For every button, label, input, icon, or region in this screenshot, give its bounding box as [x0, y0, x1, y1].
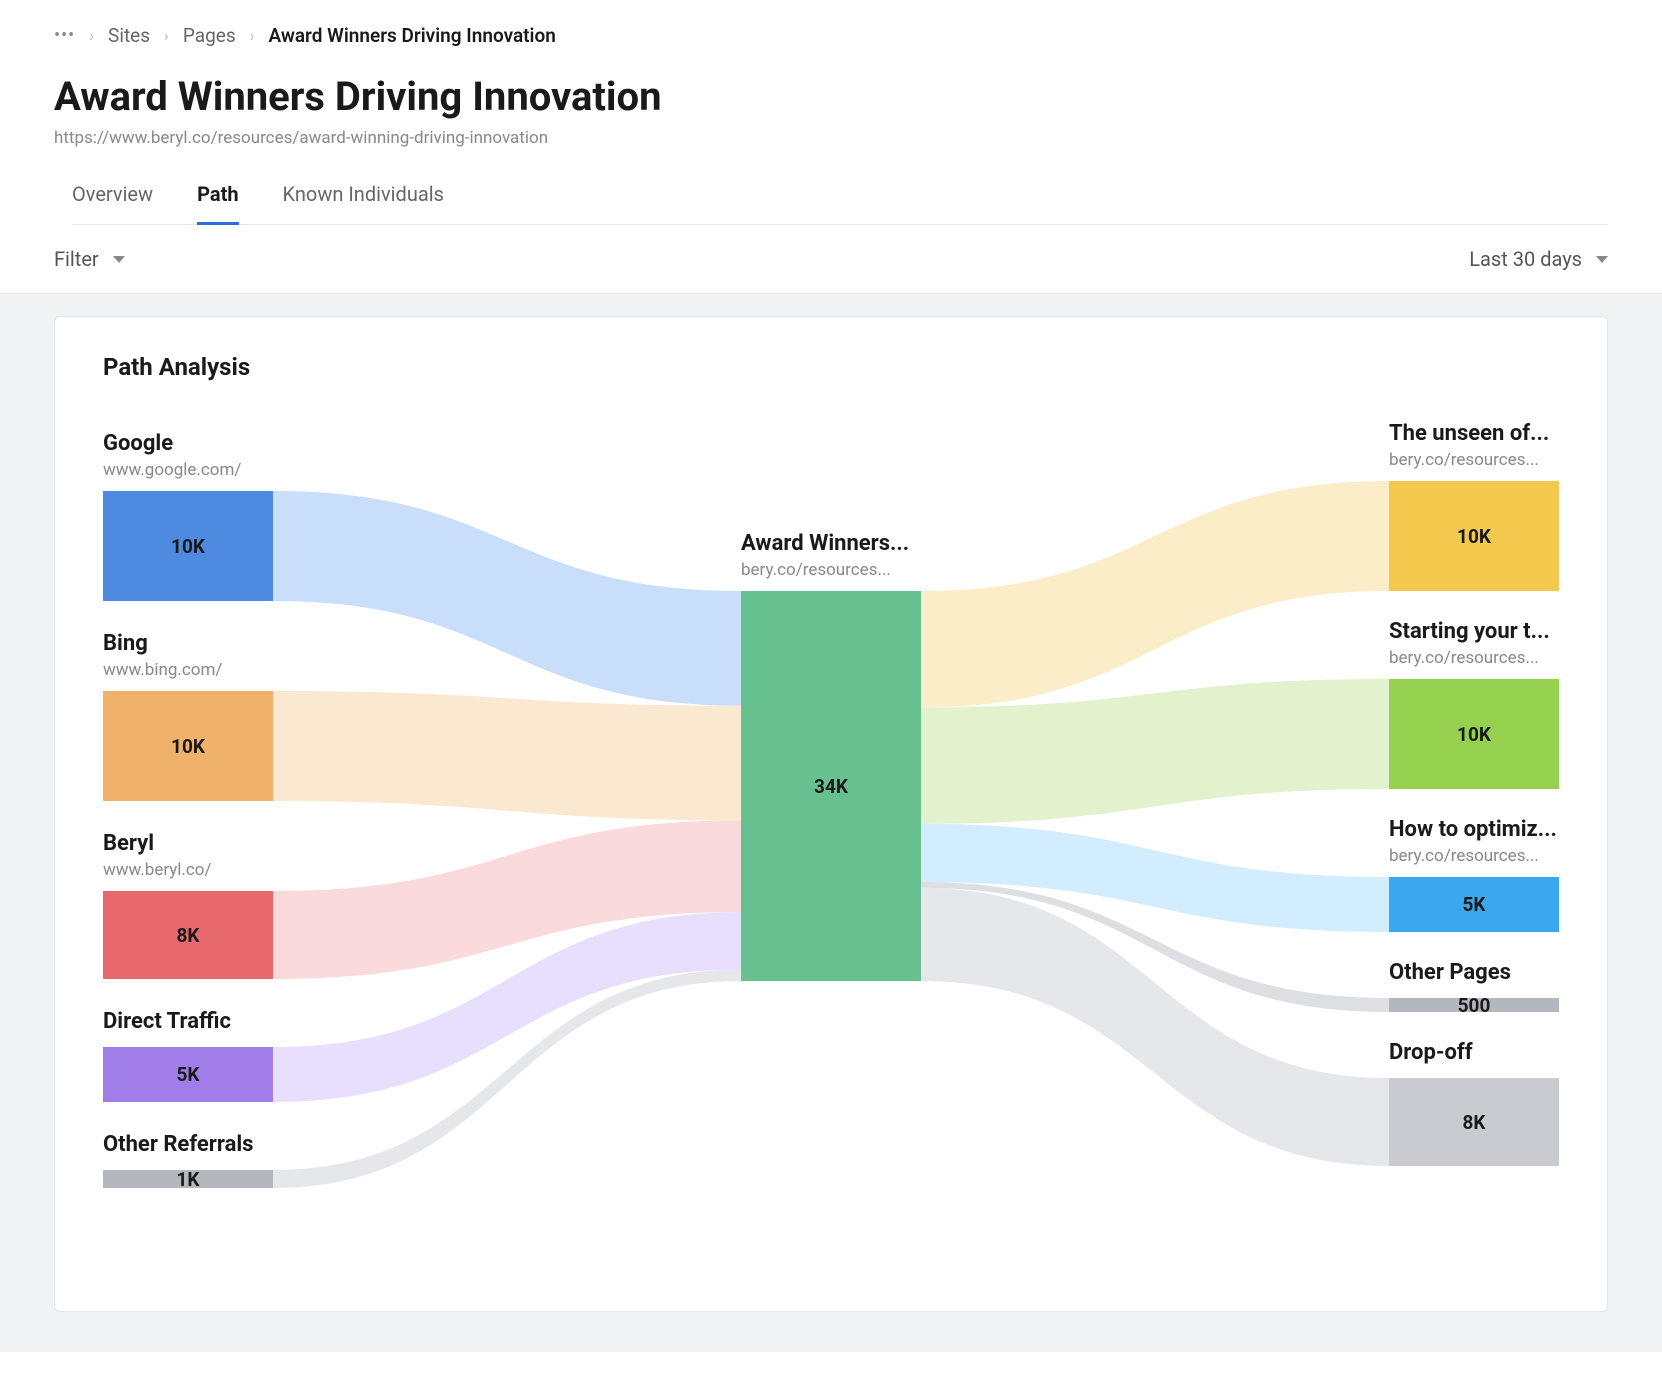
card-title: Path Analysis	[103, 353, 1559, 381]
source-label: Beryl www.beryl.co/	[103, 831, 212, 880]
target-title: How to optimiz...	[1389, 817, 1557, 842]
breadcrumb-pages[interactable]: Pages	[183, 24, 236, 47]
breadcrumb-menu-icon[interactable]: •••	[54, 25, 75, 46]
breadcrumb-sites[interactable]: Sites	[108, 24, 150, 47]
source-title: Bing	[103, 631, 222, 656]
target-label: Starting your t... bery.co/resources...	[1389, 619, 1550, 668]
center-node[interactable]: 34K	[741, 591, 921, 981]
source-label: Bing www.bing.com/	[103, 631, 222, 680]
source-node[interactable]: 8K	[103, 891, 273, 979]
target-subtitle: bery.co/resources...	[1389, 648, 1550, 668]
source-node[interactable]: 5K	[103, 1047, 273, 1102]
chevron-right-icon: ›	[250, 26, 255, 45]
breadcrumb-current: Award Winners Driving Innovation	[268, 24, 555, 47]
sankey-link	[921, 481, 1389, 707]
target-node[interactable]: 5K	[1389, 877, 1559, 932]
target-node[interactable]: 10K	[1389, 481, 1559, 591]
sankey-chart: Google www.google.com/10K Bing www.bing.com…	[103, 411, 1559, 1251]
target-label: Other Pages	[1389, 960, 1511, 985]
source-value: 10K	[171, 535, 205, 558]
target-value: 5K	[1463, 893, 1486, 916]
source-subtitle: www.google.com/	[103, 460, 241, 480]
filter-bar: Filter Last 30 days	[0, 225, 1662, 294]
chevron-down-icon	[113, 256, 125, 263]
daterange-dropdown[interactable]: Last 30 days	[1469, 247, 1608, 271]
target-value: 500	[1458, 994, 1491, 1017]
path-analysis-card: Path Analysis Google www.google.com/10K Bi…	[54, 316, 1608, 1312]
tabs: Overview Path Known Individuals	[72, 182, 1608, 225]
source-node[interactable]: 10K	[103, 691, 273, 801]
source-title: Beryl	[103, 831, 212, 856]
target-value: 10K	[1457, 723, 1491, 746]
source-value: 10K	[171, 735, 205, 758]
center-value: 34K	[814, 775, 848, 798]
source-label: Direct Traffic	[103, 1009, 231, 1034]
target-label: How to optimiz... bery.co/resources...	[1389, 817, 1557, 866]
target-title: Starting your t...	[1389, 619, 1550, 644]
source-label: Google www.google.com/	[103, 431, 241, 480]
target-node[interactable]: 10K	[1389, 679, 1559, 789]
daterange-label: Last 30 days	[1469, 247, 1582, 271]
target-title: Other Pages	[1389, 960, 1511, 985]
center-title: Award Winners...	[741, 531, 909, 556]
target-node[interactable]: 500	[1389, 998, 1559, 1012]
target-node[interactable]: 8K	[1389, 1078, 1559, 1166]
tab-overview[interactable]: Overview	[72, 182, 153, 225]
target-title: The unseen of...	[1389, 421, 1549, 446]
target-value: 10K	[1457, 525, 1491, 548]
sankey-link	[273, 691, 741, 820]
source-node[interactable]: 1K	[103, 1170, 273, 1188]
breadcrumb: ••• › Sites › Pages › Award Winners Driv…	[54, 24, 1608, 47]
filter-dropdown[interactable]: Filter	[54, 247, 125, 271]
source-value: 5K	[177, 1063, 200, 1086]
page-url: https://www.beryl.co/resources/award-win…	[54, 128, 1608, 148]
source-title: Other Referrals	[103, 1132, 253, 1157]
target-value: 8K	[1463, 1111, 1486, 1134]
source-subtitle: www.bing.com/	[103, 660, 222, 680]
target-label: The unseen of... bery.co/resources...	[1389, 421, 1549, 470]
chevron-right-icon: ›	[89, 26, 94, 45]
target-label: Drop-off	[1389, 1040, 1473, 1065]
source-title: Direct Traffic	[103, 1009, 231, 1034]
filter-label: Filter	[54, 247, 99, 271]
source-node[interactable]: 10K	[103, 491, 273, 601]
sankey-link	[273, 491, 741, 706]
target-subtitle: bery.co/resources...	[1389, 846, 1557, 866]
source-label: Other Referrals	[103, 1132, 253, 1157]
tab-path[interactable]: Path	[197, 182, 238, 225]
center-label: Award Winners... bery.co/resources...	[741, 531, 909, 580]
tab-known-individuals[interactable]: Known Individuals	[283, 182, 444, 225]
target-subtitle: bery.co/resources...	[1389, 450, 1549, 470]
chevron-right-icon: ›	[164, 26, 169, 45]
source-value: 1K	[177, 1168, 200, 1191]
chevron-down-icon	[1596, 256, 1608, 263]
target-title: Drop-off	[1389, 1040, 1473, 1065]
page-title: Award Winners Driving Innovation	[54, 73, 1608, 120]
source-value: 8K	[177, 924, 200, 947]
source-title: Google	[103, 431, 241, 456]
source-subtitle: www.beryl.co/	[103, 860, 212, 880]
center-subtitle: bery.co/resources...	[741, 560, 909, 580]
